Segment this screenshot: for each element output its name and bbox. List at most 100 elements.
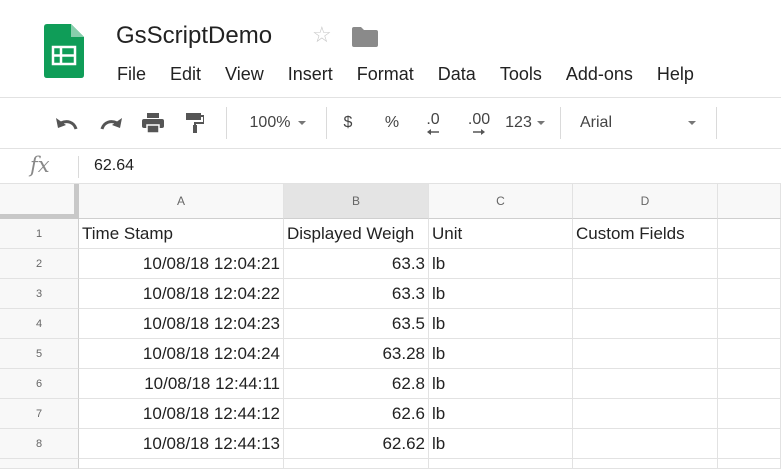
arrow-right-icon bbox=[473, 129, 485, 135]
column-header-d[interactable]: D bbox=[573, 184, 718, 219]
menu-format[interactable]: Format bbox=[345, 62, 426, 86]
menu-view[interactable]: View bbox=[213, 62, 276, 86]
cell-e3[interactable] bbox=[718, 279, 781, 309]
fx-icon: fx bbox=[30, 153, 50, 177]
cell-d5[interactable] bbox=[573, 339, 718, 369]
row-header[interactable]: 5 bbox=[0, 339, 79, 369]
cell-e5[interactable] bbox=[718, 339, 781, 369]
menu-addons[interactable]: Add-ons bbox=[554, 62, 645, 86]
row-header[interactable]: 6 bbox=[0, 369, 79, 399]
cell-b1[interactable]: Displayed Weigh bbox=[284, 219, 429, 249]
arrow-left-icon bbox=[427, 129, 439, 135]
cell-a9[interactable] bbox=[79, 459, 284, 469]
cell-e7[interactable] bbox=[718, 399, 781, 429]
column-header-a[interactable]: A bbox=[79, 184, 284, 219]
zoom-select[interactable]: 100% bbox=[240, 98, 316, 148]
cell-b6[interactable]: 62.8 bbox=[284, 369, 429, 399]
cell-b5[interactable]: 63.28 bbox=[284, 339, 429, 369]
row-header[interactable]: 2 bbox=[0, 249, 79, 279]
row-header[interactable]: 3 bbox=[0, 279, 79, 309]
folder-icon[interactable] bbox=[352, 27, 378, 47]
decrease-decimals-button[interactable]: .0 bbox=[416, 98, 450, 148]
menu-insert[interactable]: Insert bbox=[276, 62, 345, 86]
cell-d8[interactable] bbox=[573, 429, 718, 459]
cell-e6[interactable] bbox=[718, 369, 781, 399]
paint-format-button[interactable] bbox=[178, 98, 212, 148]
cell-c9[interactable] bbox=[429, 459, 573, 469]
cell-e1[interactable] bbox=[718, 219, 781, 249]
document-title[interactable]: GsScriptDemo bbox=[116, 22, 272, 50]
percent-format-button[interactable]: % bbox=[378, 98, 406, 148]
cell-b8[interactable]: 62.62 bbox=[284, 429, 429, 459]
font-select[interactable]: Arial bbox=[570, 98, 706, 148]
cell-c2[interactable]: lb bbox=[429, 249, 573, 279]
cell-b3[interactable]: 63.3 bbox=[284, 279, 429, 309]
row-header[interactable]: 8 bbox=[0, 429, 79, 459]
toolbar-divider bbox=[326, 107, 327, 139]
cell-e2[interactable] bbox=[718, 249, 781, 279]
chevron-down-icon bbox=[536, 121, 545, 125]
formula-divider bbox=[78, 156, 79, 178]
column-header-b[interactable]: B bbox=[284, 184, 429, 219]
cell-a6[interactable]: 10/08/18 12:44:11 bbox=[79, 369, 284, 399]
cell-c5[interactable]: lb bbox=[429, 339, 573, 369]
currency-format-button[interactable]: $ bbox=[336, 98, 360, 148]
row-header[interactable] bbox=[0, 459, 79, 469]
row-header[interactable]: 7 bbox=[0, 399, 79, 429]
currency-label: $ bbox=[343, 114, 353, 131]
cell-b4[interactable]: 63.5 bbox=[284, 309, 429, 339]
formula-input[interactable]: 62.64 bbox=[94, 157, 134, 175]
increase-decimals-button[interactable]: .00 bbox=[460, 98, 498, 148]
cell-d1[interactable]: Custom Fields bbox=[573, 219, 718, 249]
cell-e9[interactable] bbox=[718, 459, 781, 469]
cell-c3[interactable]: lb bbox=[429, 279, 573, 309]
row-header[interactable]: 1 bbox=[0, 219, 79, 249]
cell-a7[interactable]: 10/08/18 12:44:12 bbox=[79, 399, 284, 429]
cell-c1[interactable]: Unit bbox=[429, 219, 573, 249]
more-formats-select[interactable]: 123 bbox=[500, 98, 550, 148]
formula-bar: fx 62.64 bbox=[0, 149, 781, 184]
row-header[interactable]: 4 bbox=[0, 309, 79, 339]
cell-c8[interactable]: lb bbox=[429, 429, 573, 459]
cell-a3[interactable]: 10/08/18 12:04:22 bbox=[79, 279, 284, 309]
menu-file[interactable]: File bbox=[105, 62, 158, 86]
cell-c4[interactable]: lb bbox=[429, 309, 573, 339]
cell-d6[interactable] bbox=[573, 369, 718, 399]
select-all-corner[interactable] bbox=[0, 184, 79, 219]
redo-icon bbox=[100, 118, 122, 130]
menu-bar: File Edit View Insert Format Data Tools … bbox=[105, 62, 706, 86]
cell-d9[interactable] bbox=[573, 459, 718, 469]
cell-b7[interactable]: 62.6 bbox=[284, 399, 429, 429]
font-name: Arial bbox=[580, 114, 613, 131]
menu-tools[interactable]: Tools bbox=[488, 62, 554, 86]
cell-d2[interactable] bbox=[573, 249, 718, 279]
zoom-value: 100% bbox=[249, 114, 291, 131]
column-header-c[interactable]: C bbox=[429, 184, 573, 219]
cell-d3[interactable] bbox=[573, 279, 718, 309]
cell-a2[interactable]: 10/08/18 12:04:21 bbox=[79, 249, 284, 279]
chevron-down-icon bbox=[298, 121, 307, 125]
cell-c6[interactable]: lb bbox=[429, 369, 573, 399]
menu-data[interactable]: Data bbox=[426, 62, 488, 86]
cell-a8[interactable]: 10/08/18 12:44:13 bbox=[79, 429, 284, 459]
sheets-logo-icon[interactable] bbox=[44, 24, 84, 78]
menu-edit[interactable]: Edit bbox=[158, 62, 213, 86]
cell-c7[interactable]: lb bbox=[429, 399, 573, 429]
print-button[interactable] bbox=[136, 98, 170, 148]
toolbar-divider bbox=[226, 107, 227, 139]
cell-a4[interactable]: 10/08/18 12:04:23 bbox=[79, 309, 284, 339]
cell-b9[interactable] bbox=[284, 459, 429, 469]
cell-d7[interactable] bbox=[573, 399, 718, 429]
redo-button[interactable] bbox=[94, 98, 128, 148]
cell-e4[interactable] bbox=[718, 309, 781, 339]
increase-decimals-label: .00 bbox=[467, 111, 491, 128]
cell-b2[interactable]: 63.3 bbox=[284, 249, 429, 279]
star-icon[interactable]: ☆ bbox=[312, 24, 332, 46]
menu-help[interactable]: Help bbox=[645, 62, 706, 86]
cell-a5[interactable]: 10/08/18 12:04:24 bbox=[79, 339, 284, 369]
cell-d4[interactable] bbox=[573, 309, 718, 339]
column-header-e[interactable] bbox=[718, 184, 781, 219]
undo-button[interactable] bbox=[50, 98, 84, 148]
cell-e8[interactable] bbox=[718, 429, 781, 459]
cell-a1[interactable]: Time Stamp bbox=[79, 219, 284, 249]
